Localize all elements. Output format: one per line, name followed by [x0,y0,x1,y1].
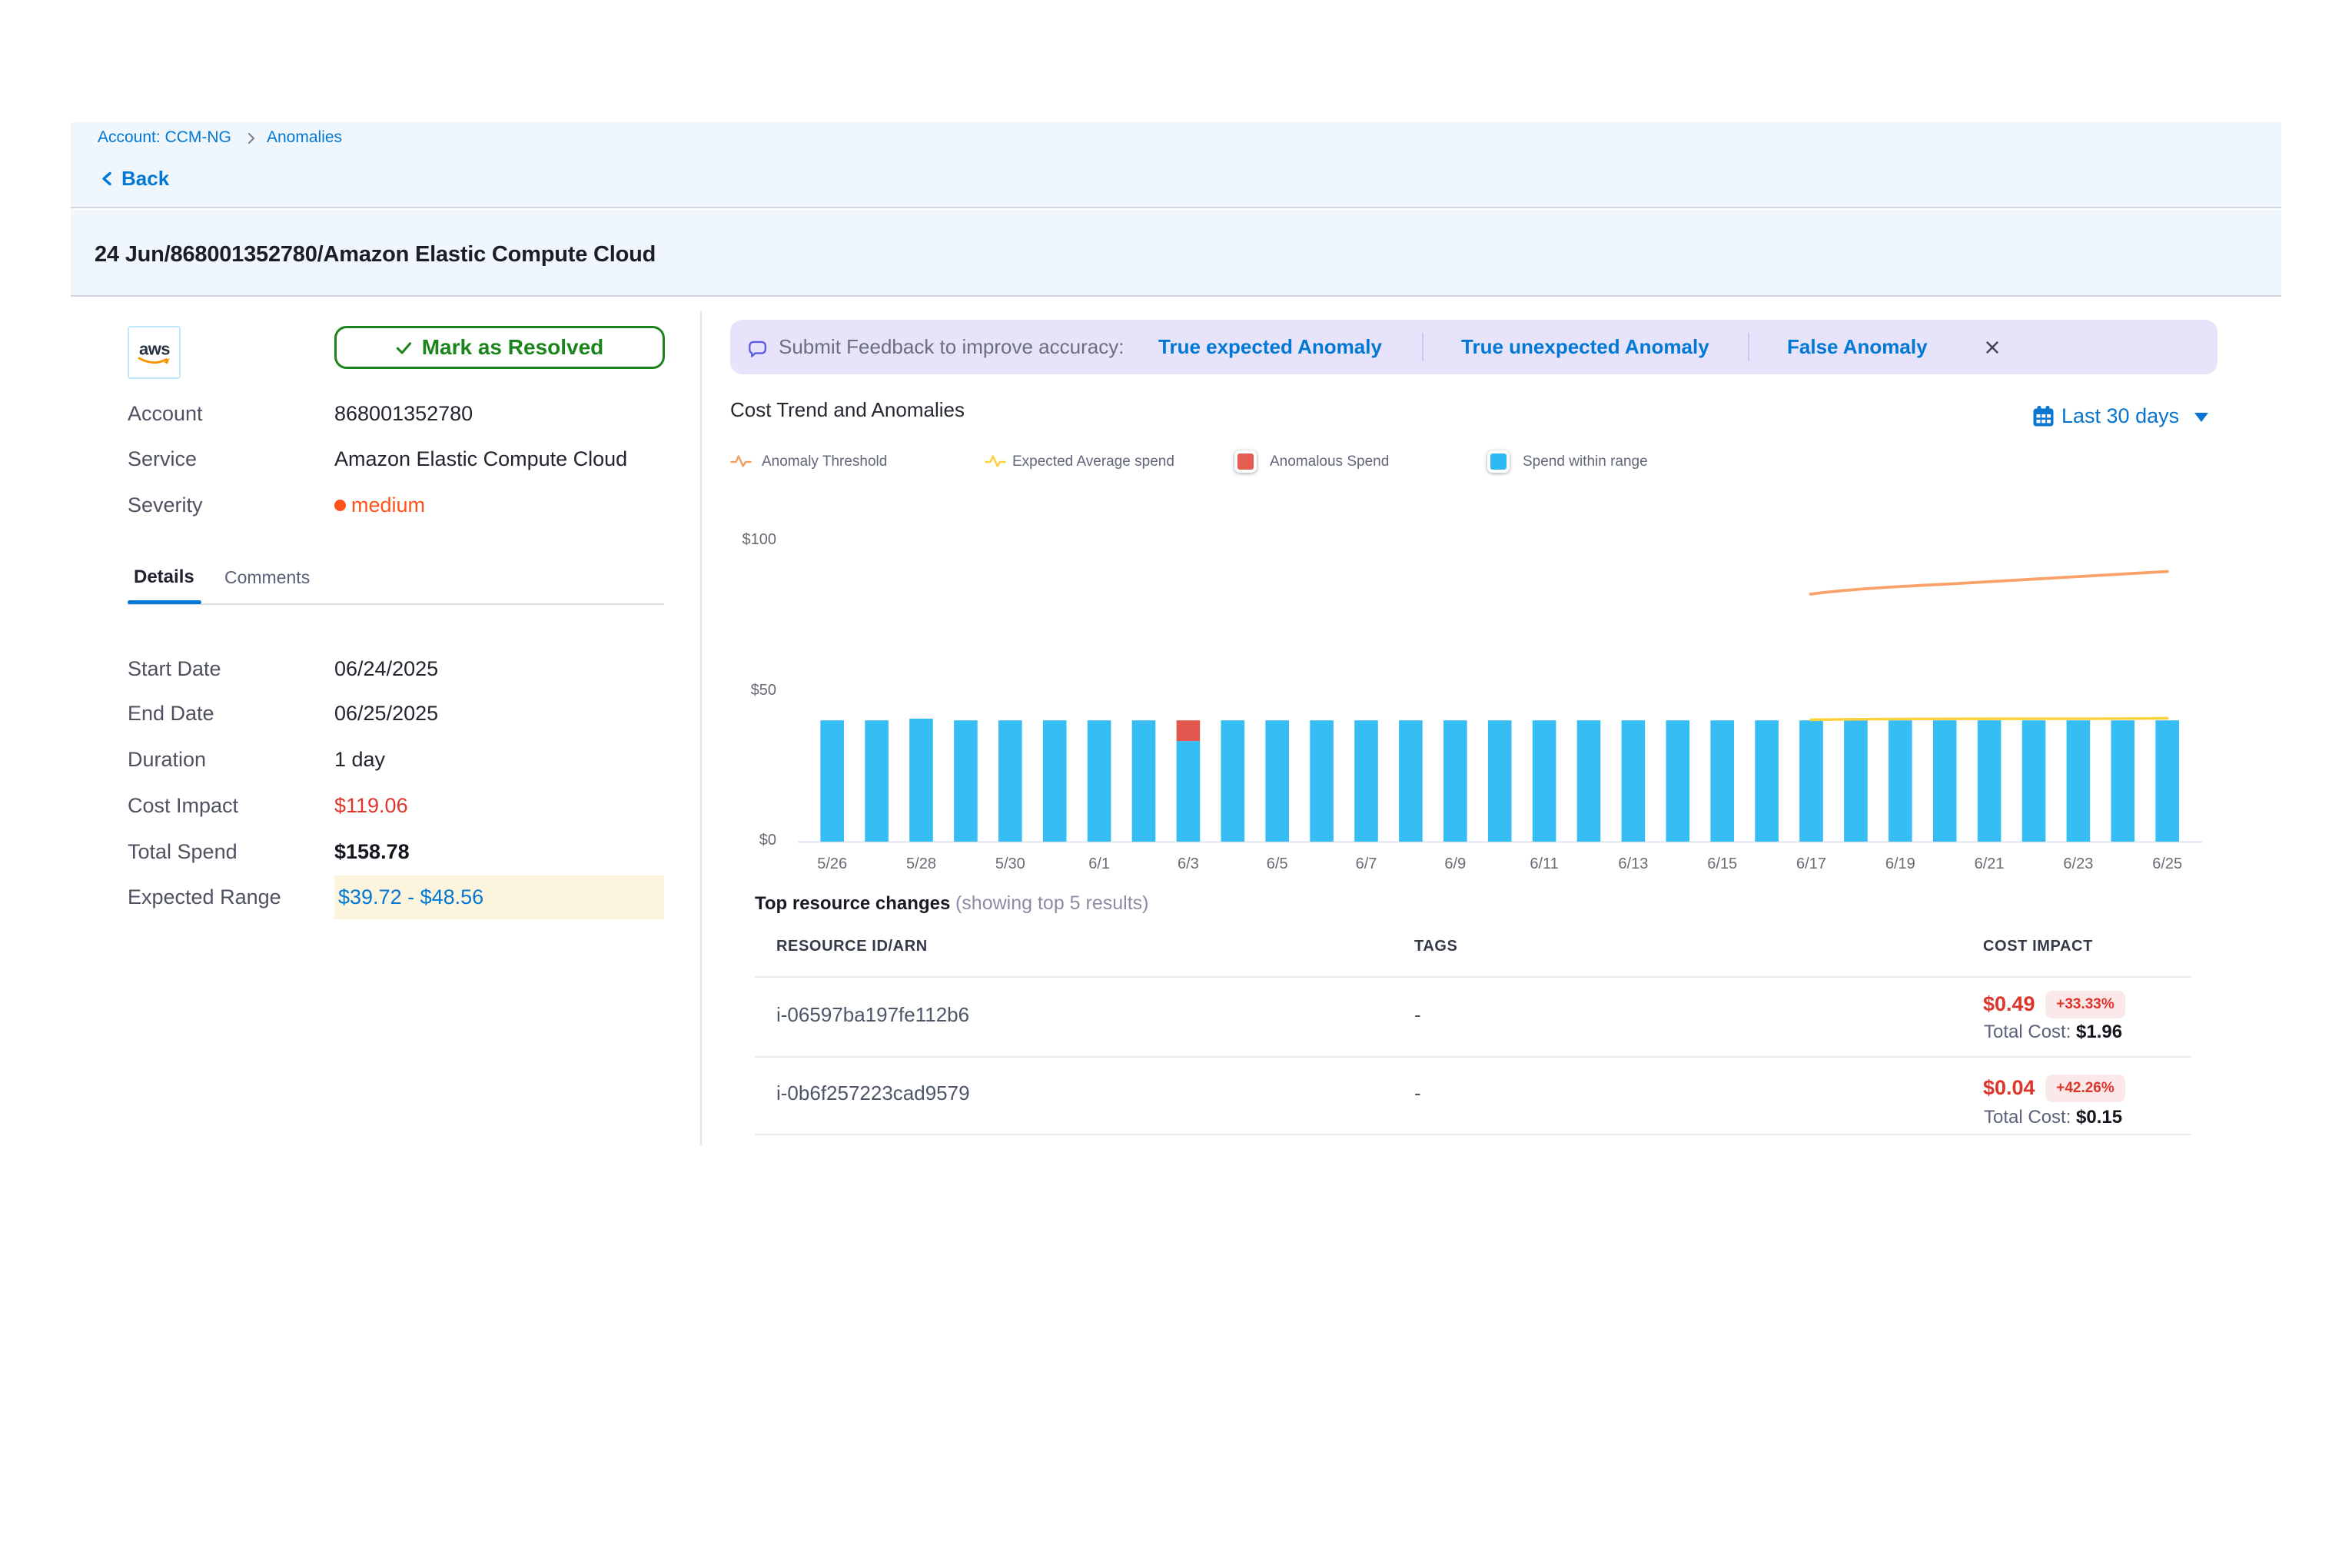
svg-text:6/19: 6/19 [1885,855,1915,872]
svg-text:$100: $100 [742,531,777,548]
svg-text:6/15: 6/15 [1707,855,1737,872]
svg-text:6/11: 6/11 [1530,855,1558,872]
svg-text:6/5: 6/5 [1267,855,1288,872]
svg-text:6/1: 6/1 [1088,855,1110,872]
svg-text:6/9: 6/9 [1444,855,1466,872]
svg-text:6/7: 6/7 [1356,855,1377,872]
svg-text:5/26: 5/26 [817,855,847,872]
svg-text:6/3: 6/3 [1178,855,1199,872]
svg-text:6/17: 6/17 [1796,855,1826,872]
svg-text:$50: $50 [751,682,776,699]
svg-text:5/28: 5/28 [906,855,936,872]
svg-text:6/21: 6/21 [1975,855,2005,872]
svg-text:5/30: 5/30 [995,855,1025,872]
svg-text:6/23: 6/23 [2063,855,2093,872]
svg-text:6/25: 6/25 [2152,855,2182,872]
svg-text:aws: aws [139,340,170,359]
svg-text:$0: $0 [759,832,776,849]
svg-text:6/13: 6/13 [1618,855,1648,872]
